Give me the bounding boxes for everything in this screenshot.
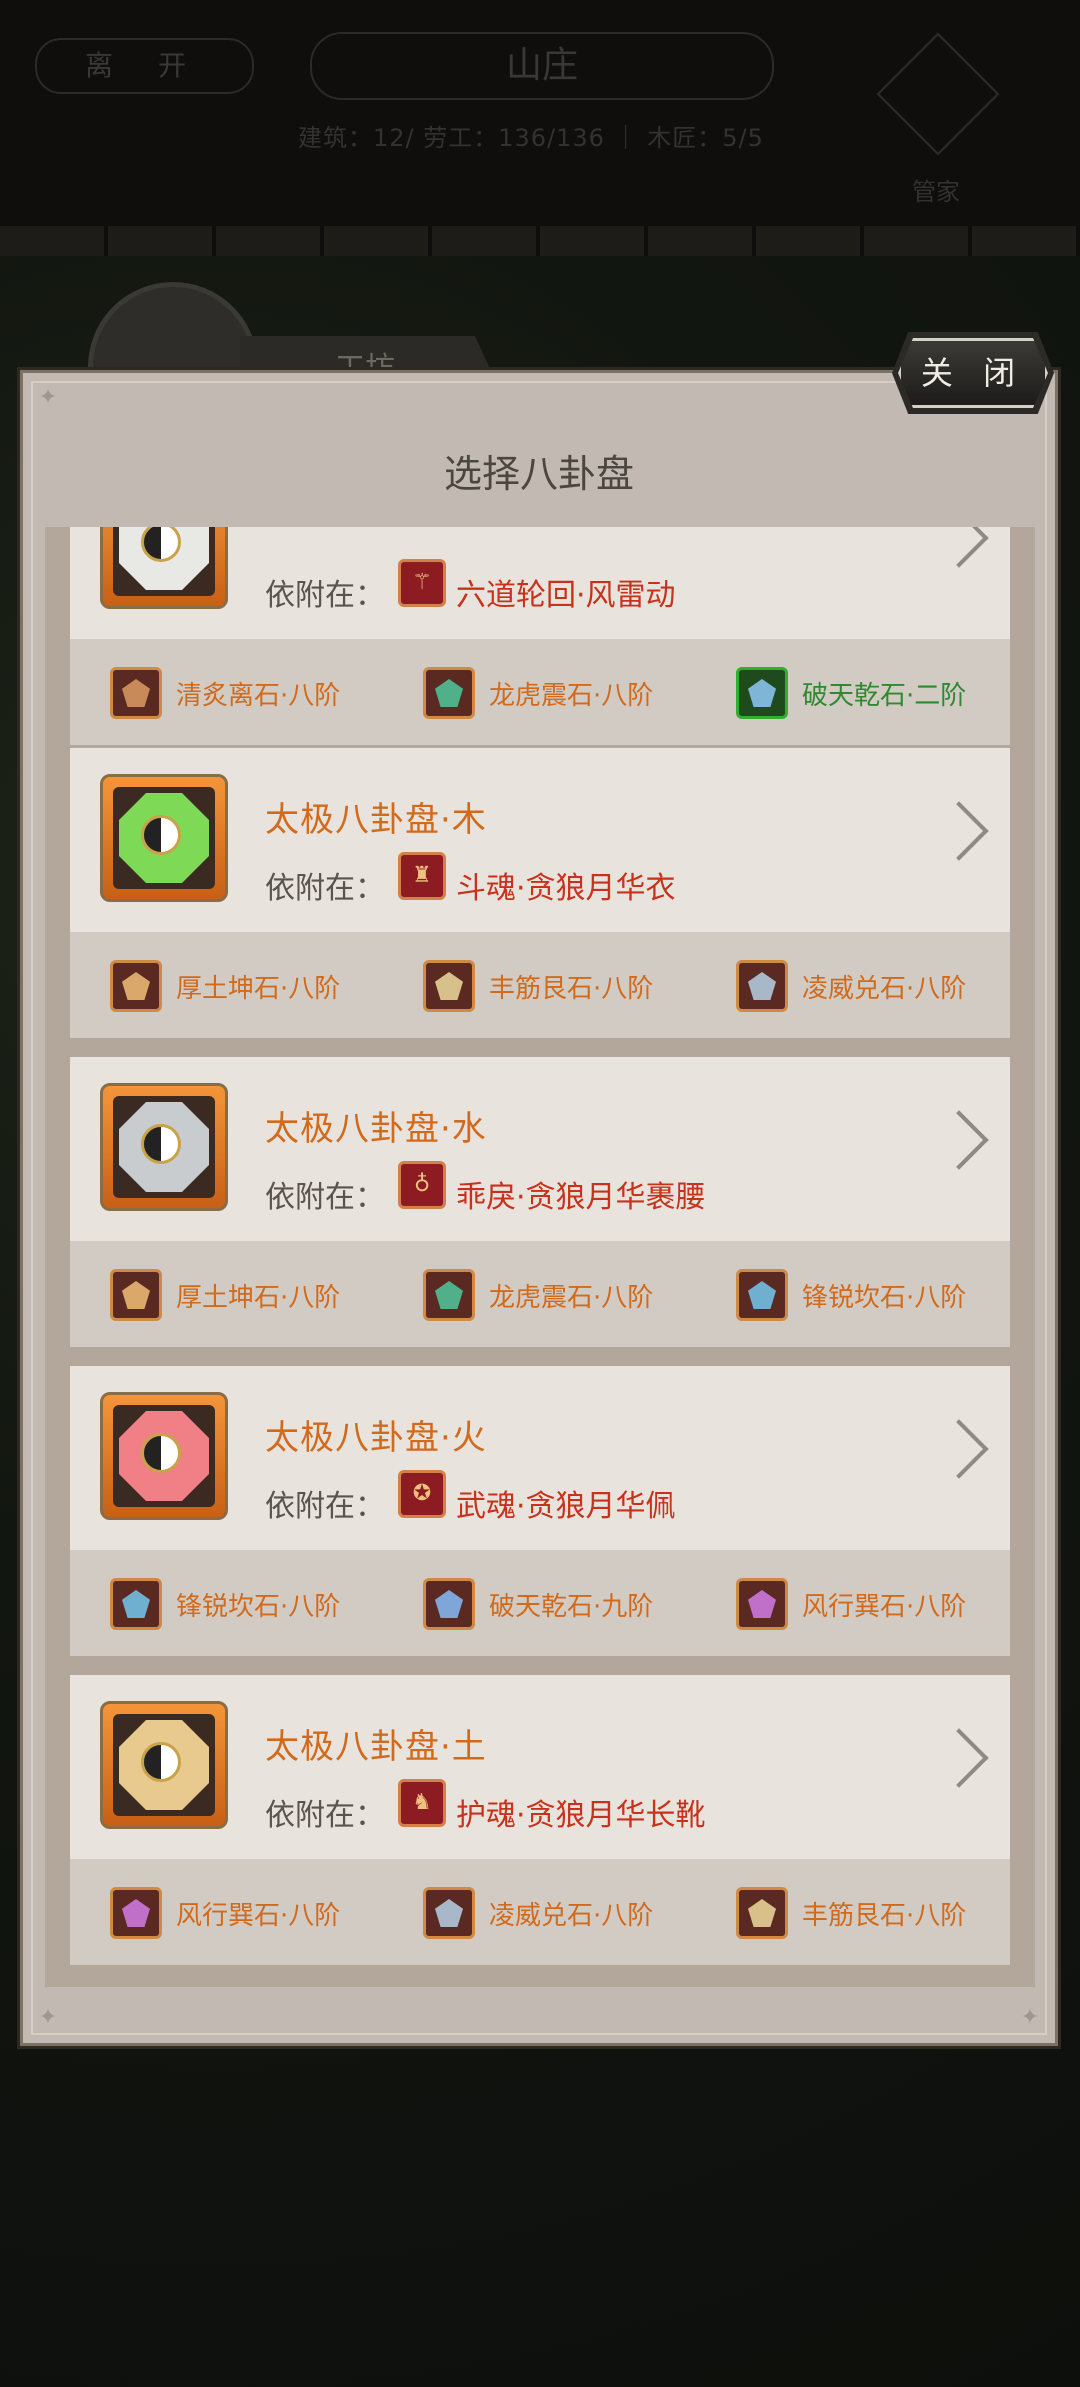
corner-ornament-icon: ✦ [1020,2005,1040,2030]
yin-yang-icon [141,1433,181,1473]
stone-name: 凌威兑石·八阶 [802,974,967,1004]
stone-row: 厚土坤石·八阶 龙虎震石·八阶 锋锐坎石·八阶 [70,1241,1010,1347]
close-button[interactable]: 关 闭 [898,338,1048,408]
stone-name: 龙虎震石·八阶 [489,1283,654,1313]
bagua-icon [100,1392,228,1520]
chevron-right-icon[interactable] [929,1728,989,1788]
stone-gem-icon [435,679,463,707]
bagua-name: 太极八卦盘·木 [265,800,487,840]
attach-label: 依附在： [265,1798,385,1833]
card-header[interactable]: 太极八卦盘·土 依附在： ♞ 护魂·贪狼月华长靴 [70,1675,1010,1859]
stone-name: 锋锐坎石·八阶 [802,1283,967,1313]
steward-label: 管家 [912,178,960,206]
stone-gem-icon [435,1899,463,1927]
equip-name: 武魂·贪狼月华佩 [456,1489,676,1524]
boots-icon: ♞ [398,1779,446,1827]
stone-name: 破天乾石·二阶 [802,681,967,711]
stone-name: 厚土坤石·八阶 [176,974,341,1004]
robe-icon: ♜ [398,852,446,900]
chevron-right-icon[interactable] [929,801,989,861]
stone-gem-icon [122,1899,150,1927]
stone-gem-icon [748,679,776,707]
bagua-name: 太极八卦盘·土 [265,1727,487,1767]
card-header[interactable]: 太极八卦盘·火 依附在： ✪ 武魂·贪狼月华佩 [70,1366,1010,1550]
stone-name: 龙虎震石·八阶 [489,681,654,711]
stone-gem-icon [122,972,150,1000]
stone-name: 厚土坤石·八阶 [176,1283,341,1313]
estate-stats: 建筑：12/ 劳工：136/136 ｜ 木匠：5/5 [298,124,764,152]
attach-label: 依附在： [265,1489,385,1524]
stone-name: 破天乾石·九阶 [489,1592,654,1622]
chevron-right-icon[interactable] [929,1110,989,1170]
equip-name: 乖戾·贪狼月华裹腰 [456,1180,706,1215]
stone-row: 清炙离石·八阶 龙虎震石·八阶 破天乾石·二阶 [70,639,1010,745]
stone-row: 厚土坤石·八阶 丰筋艮石·八阶 凌威兑石·八阶 [70,932,1010,1038]
card-header[interactable]: 依附在： ⚚ 六道轮回·风雷动 [70,527,1010,639]
stone-gem-icon [435,1590,463,1618]
attach-label: 依附在： [265,578,385,613]
stone-gem-icon [435,1281,463,1309]
card-header[interactable]: 太极八卦盘·水 依附在： ♁ 乖戾·贪狼月华裹腰 [70,1057,1010,1241]
belt-icon: ♁ [398,1161,446,1209]
stone-name: 风行巽石·八阶 [802,1592,967,1622]
stone-row: 锋锐坎石·八阶 破天乾石·九阶 风行巽石·八阶 [70,1550,1010,1656]
bagua-icon [100,1083,228,1211]
location-title: 山庄 [310,32,774,100]
attach-label: 依附在： [265,871,385,906]
corner-ornament-icon: ✦ [38,2005,58,2030]
equip-name: 六道轮回·风雷动 [456,578,676,613]
stone-gem-icon [122,679,150,707]
bagua-list[interactable]: 依附在： ⚚ 六道轮回·风雷动 清炙离石·八阶 龙虎震石·八阶 破天乾石·二阶 [45,527,1035,1987]
bagua-icon [100,774,228,902]
attach-label: 依附在： [265,1180,385,1215]
yin-yang-icon [141,815,181,855]
stone-gem-icon [748,1590,776,1618]
card-header[interactable]: 太极八卦盘·木 依附在： ♜ 斗魂·贪狼月华衣 [70,748,1010,932]
chevron-right-icon[interactable] [929,527,989,568]
stone-gem-icon [122,1281,150,1309]
stone-name: 风行巽石·八阶 [176,1901,341,1931]
leave-button: 离 开 [35,38,254,94]
background-tab-strip [0,226,1080,256]
stone-name: 锋锐坎石·八阶 [176,1592,341,1622]
bagua-icon [100,1701,228,1829]
modal-title: 选择八卦盘 [443,452,634,496]
stone-name: 丰筋艮石·八阶 [802,1901,967,1931]
stone-gem-icon [435,972,463,1000]
stone-gem-icon [748,1281,776,1309]
stone-row: 风行巽石·八阶 凌威兑石·八阶 丰筋艮石·八阶 [70,1859,1010,1965]
bagua-name: 太极八卦盘·火 [265,1418,487,1458]
equip-name: 斗魂·贪狼月华衣 [456,871,676,906]
stone-name: 凌威兑石·八阶 [489,1901,654,1931]
chevron-right-icon[interactable] [929,1419,989,1479]
staff-icon: ⚚ [398,559,446,607]
stone-gem-icon [748,972,776,1000]
yin-yang-icon [141,1742,181,1782]
bagua-icon [100,527,228,609]
yin-yang-icon [141,1124,181,1164]
stone-gem-icon [122,1590,150,1618]
pendant-icon: ✪ [398,1470,446,1518]
equip-name: 护魂·贪狼月华长靴 [456,1798,706,1833]
bagua-name: 太极八卦盘·水 [265,1109,487,1149]
corner-ornament-icon: ✦ [38,385,58,410]
stone-name: 丰筋艮石·八阶 [489,974,654,1004]
stone-name: 清炙离石·八阶 [176,681,341,711]
stone-gem-icon [748,1899,776,1927]
